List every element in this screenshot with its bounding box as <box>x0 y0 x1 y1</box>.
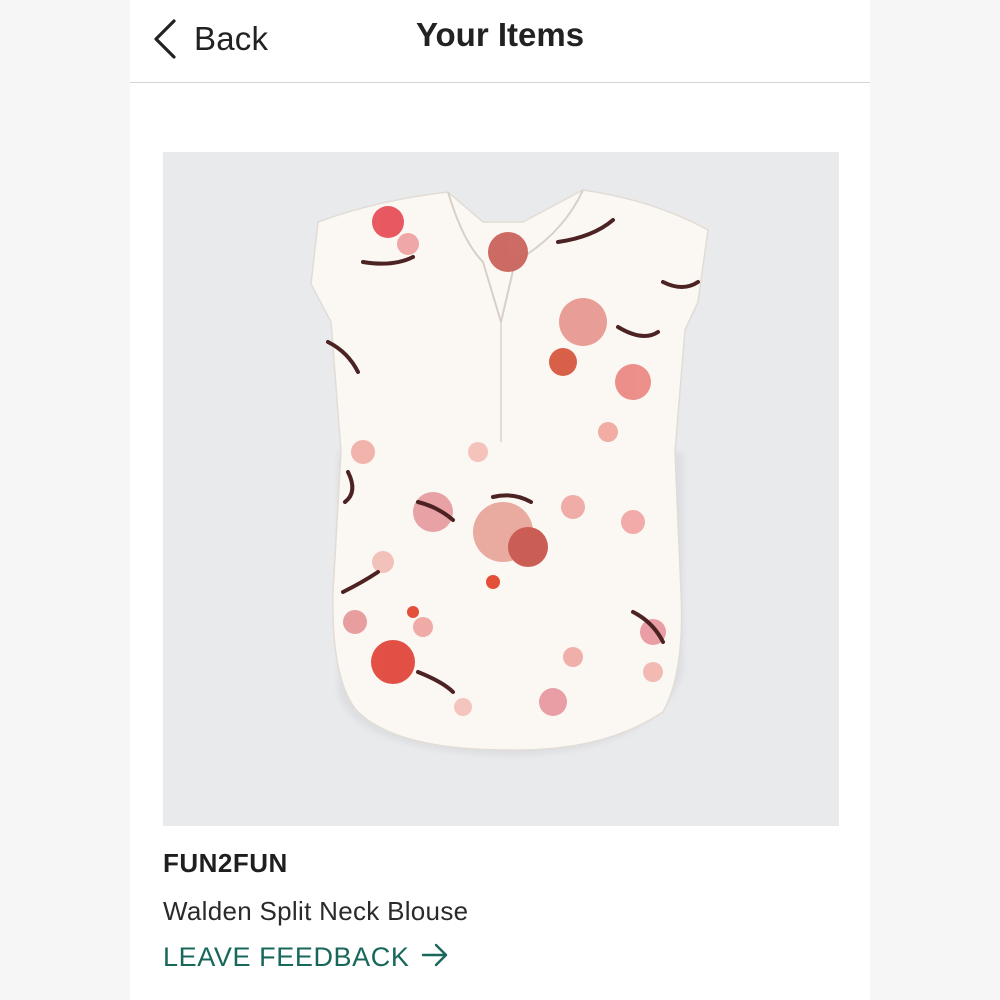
product-name: Walden Split Neck Blouse <box>163 896 469 926</box>
app-screen: Back Your Items FUN2FUN Walden Split Nec… <box>130 0 870 1000</box>
product-image[interactable] <box>163 152 839 826</box>
arrow-right-icon <box>421 943 449 972</box>
leave-feedback-label: LEAVE FEEDBACK <box>163 942 410 972</box>
page-title: Your Items <box>415 16 585 53</box>
brand-name: FUN2FUN <box>163 848 288 878</box>
floral-blouse-image <box>310 189 709 756</box>
nav-header: Back Your Items <box>130 0 870 83</box>
leave-feedback-link[interactable]: LEAVE FEEDBACK <box>163 942 449 973</box>
